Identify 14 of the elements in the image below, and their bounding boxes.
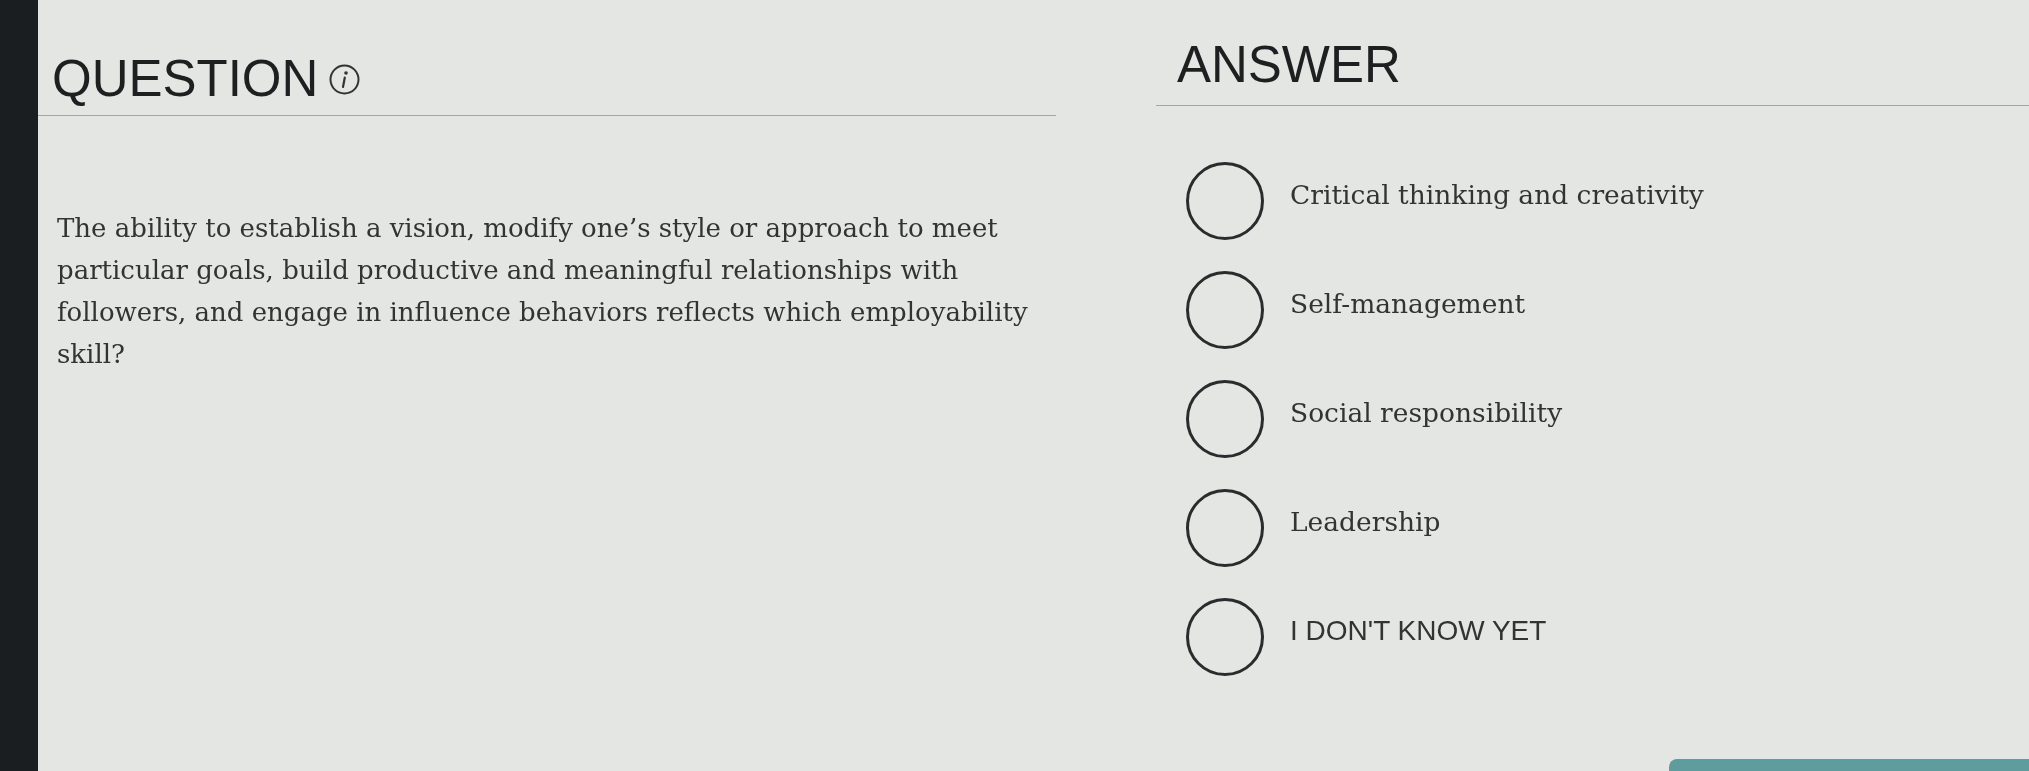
- radio-button[interactable]: [1186, 161, 1264, 240]
- option-label[interactable]: I DON'T KNOW YET: [1290, 614, 1547, 659]
- answer-heading: ANSWER: [1177, 36, 1401, 93]
- question-heading: QUESTION: [52, 49, 319, 109]
- option-label[interactable]: Leadership: [1290, 506, 1441, 549]
- option-label[interactable]: Social responsibility: [1290, 397, 1563, 440]
- radio-button[interactable]: [1186, 379, 1264, 458]
- radio-button[interactable]: [1186, 488, 1264, 567]
- info-icon[interactable]: [329, 64, 361, 95]
- radio-button[interactable]: [1186, 597, 1264, 676]
- question-text: The ability to establish a vision, modify one’s style or approach to meet particular goals, build productive and meaningful relationships with followers, and engage in influence behaviors reflects which employability skill?: [57, 212, 1029, 371]
- option-label[interactable]: Critical thinking and creativity: [1290, 179, 1704, 222]
- option-label[interactable]: Self-management: [1290, 288, 1526, 331]
- radio-button[interactable]: [1186, 270, 1264, 349]
